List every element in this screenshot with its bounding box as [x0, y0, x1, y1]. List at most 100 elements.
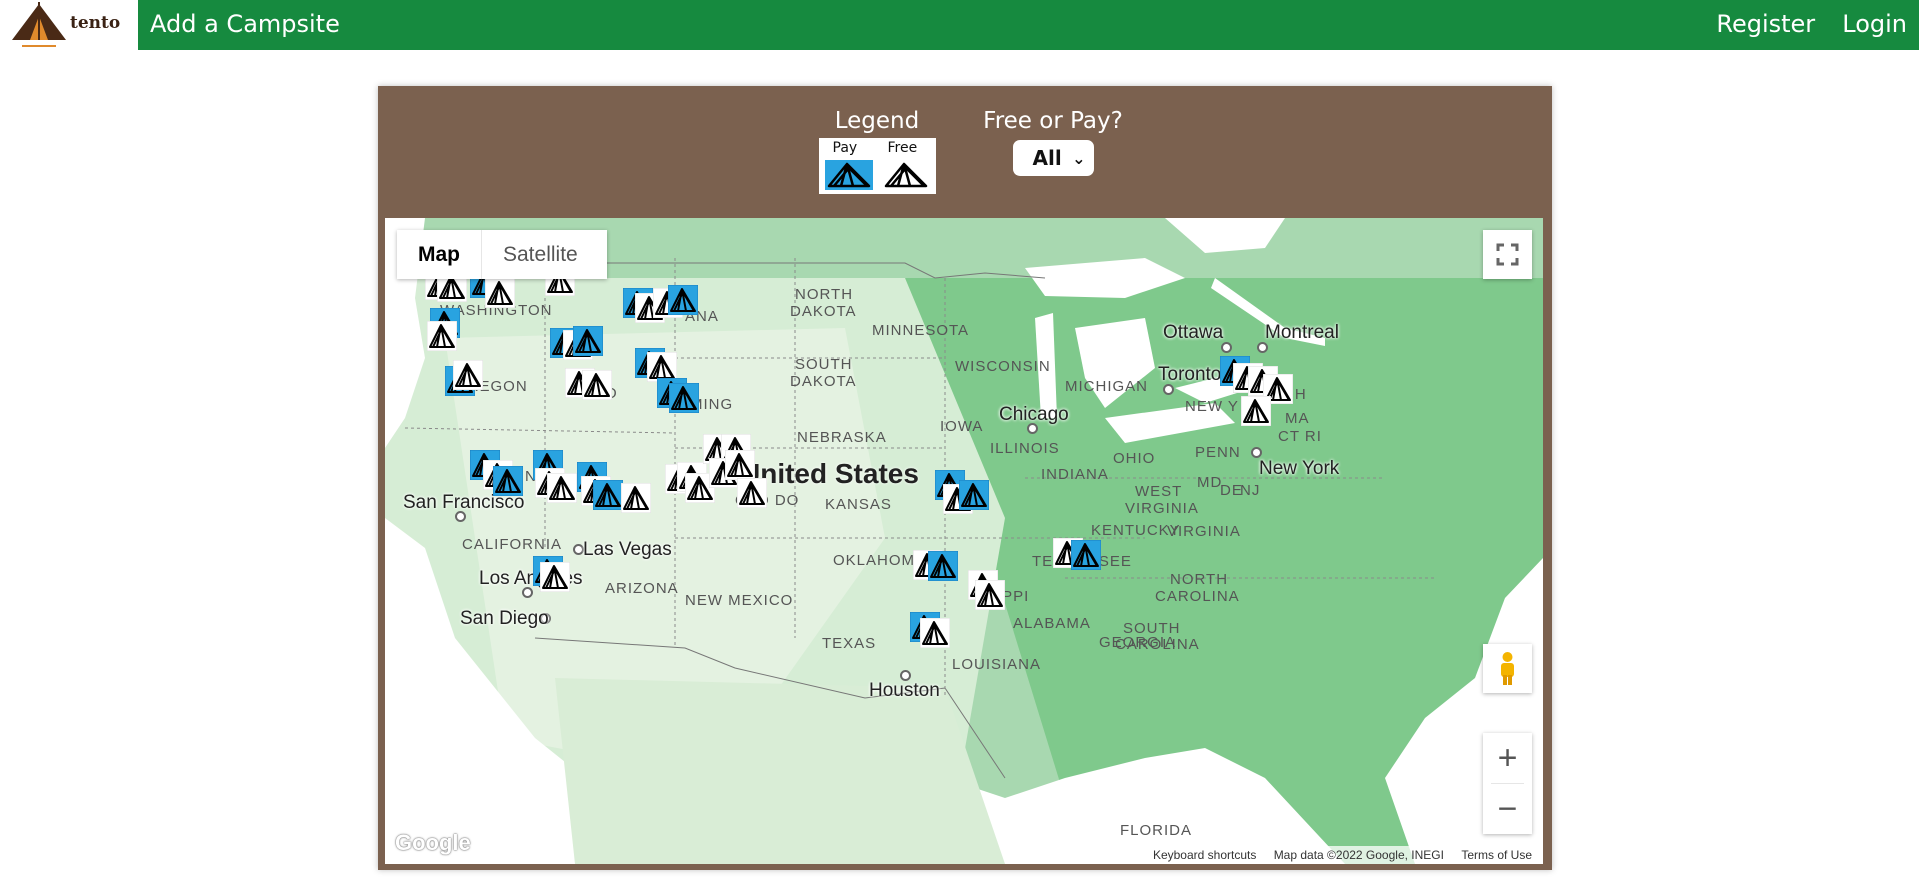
- tent-pay-icon: [824, 160, 873, 190]
- campsite-marker-pay[interactable]: [928, 551, 958, 581]
- map-label-san-diego: San Diego: [460, 608, 549, 629]
- campsite-marker-free[interactable]: [920, 618, 950, 648]
- nav-right: Register Login: [1694, 10, 1907, 38]
- map-type-satellite-button[interactable]: Satellite: [482, 230, 599, 279]
- add-campsite-link[interactable]: Add a Campsite: [150, 10, 340, 38]
- map-label-iowa: IOWA: [940, 418, 984, 435]
- campsite-marker-free[interactable]: [621, 483, 651, 513]
- map-label-michigan: MICHIGAN: [1065, 378, 1148, 395]
- free-or-pay-filter: Free or Pay? All ⌄: [963, 108, 1143, 176]
- map-label-north-dakota: NORTH: [795, 286, 854, 303]
- fullscreen-button[interactable]: [1483, 230, 1532, 279]
- map-label-new-york: NEW Y: [1185, 398, 1239, 415]
- map-label-south-carolina: SOUTH: [1123, 620, 1181, 637]
- map-label-chicago: Chicago: [999, 404, 1069, 425]
- map-label-nebraska: NEBRASKA: [797, 429, 887, 446]
- login-link[interactable]: Login: [1842, 10, 1907, 38]
- campsite-marker-pay[interactable]: [593, 480, 623, 510]
- campsite-marker-pay[interactable]: [493, 466, 523, 496]
- map-label-ohio: OHIO: [1113, 450, 1156, 467]
- map-label-las-vegas: Las Vegas: [583, 539, 672, 560]
- city-dot: [1251, 447, 1262, 458]
- campsite-marker-free[interactable]: [547, 473, 577, 503]
- map-label-nj: NJ: [1240, 482, 1261, 499]
- map-label-ct-ri: CT RI: [1278, 428, 1322, 445]
- pegman-icon: [1501, 652, 1514, 685]
- tent-logo-icon: [12, 2, 66, 47]
- zoom-out-button[interactable]: −: [1483, 784, 1532, 834]
- map-label-texas: TEXAS: [822, 635, 877, 652]
- campsite-marker-free[interactable]: [540, 562, 570, 592]
- map-canvas[interactable]: WASHINGTON OREGON NORTH DAKOTA SOUTH DAK…: [385, 218, 1543, 864]
- map-label-california: CALIFORNIA: [462, 536, 563, 553]
- zoom-control: + −: [1483, 733, 1532, 834]
- campsite-marker-free[interactable]: [1241, 396, 1271, 426]
- map-label-virginia: VIRGINIA: [1167, 523, 1241, 540]
- map-label-south-dakota: SOUTH: [795, 356, 853, 373]
- zoom-in-button[interactable]: +: [1483, 733, 1532, 783]
- map-label-houston: Houston: [869, 680, 940, 701]
- map-label-minnesota: MINNESOTA: [872, 322, 970, 339]
- campsite-marker-free[interactable]: [453, 360, 483, 390]
- street-view-button[interactable]: [1483, 644, 1532, 693]
- logo-text: tento: [70, 13, 121, 33]
- map-label-west-virginia-2: VIRGINIA: [1125, 500, 1199, 517]
- campsite-marker-free[interactable]: [427, 321, 457, 351]
- campsite-marker-free[interactable]: [485, 278, 515, 308]
- legend: Legend Pay Free: [817, 108, 937, 194]
- map-label-arizona: ARIZONA: [605, 580, 679, 597]
- map-label-illinois: ILLINOIS: [990, 440, 1060, 457]
- map-label-north-carolina: NORTH: [1170, 571, 1229, 588]
- map-label-montreal: Montreal: [1265, 322, 1339, 343]
- map-label-kansas: KANSAS: [825, 496, 892, 513]
- campsite-marker-free[interactable]: [975, 580, 1005, 610]
- campsite-marker-pay[interactable]: [573, 326, 603, 356]
- map-label-west-virginia: WEST: [1135, 483, 1183, 500]
- map-label-wisconsin: WISCONSIN: [955, 358, 1051, 375]
- campsite-marker-pay[interactable]: [1071, 540, 1101, 570]
- register-link[interactable]: Register: [1716, 10, 1815, 38]
- map-label-north-carolina-2: CAROLINA: [1155, 588, 1240, 605]
- map-label-alabama: ALABAMA: [1013, 615, 1091, 632]
- navbar: Add a Campsite Register Login: [138, 0, 1919, 50]
- map-label-south-carolina-2: CAROLINA: [1115, 636, 1200, 653]
- google-logo: Google: [395, 830, 471, 855]
- legend-free-label: Free: [887, 140, 918, 156]
- map-type-map-button[interactable]: Map: [397, 230, 482, 279]
- map-label-louisiana: LOUISIANA: [952, 656, 1042, 673]
- map-label-south-dakota-2: DAKOTA: [790, 373, 857, 390]
- chevron-down-icon: ⌄: [1072, 149, 1086, 168]
- legend-pay-label: Pay: [832, 140, 858, 156]
- map-data-text: Map data ©2022 Google, INEGI: [1273, 848, 1444, 862]
- campsite-marker-free[interactable]: [725, 450, 755, 480]
- logo[interactable]: tento: [0, 0, 138, 50]
- free-or-pay-select[interactable]: All ⌄: [1012, 140, 1094, 176]
- campsite-marker-free[interactable]: [737, 478, 767, 508]
- map-label-indiana: INDIANA: [1041, 466, 1109, 483]
- legend-title: Legend: [834, 108, 920, 134]
- map-label-new-york: New York: [1259, 458, 1340, 479]
- map-label-florida: FLORIDA: [1120, 822, 1193, 839]
- map-label-de: DE: [1220, 482, 1243, 499]
- map-attribution: Keyboard shortcuts Map data ©2022 Google…: [1141, 846, 1543, 864]
- campsite-marker-pay[interactable]: [669, 383, 699, 413]
- map-label-md: MD: [1197, 474, 1223, 491]
- map-label-ma: MA: [1285, 410, 1310, 427]
- map-label-new-mexico: NEW MEXICO: [685, 592, 794, 609]
- campsite-marker-pay[interactable]: [668, 285, 698, 315]
- map-label-penn: PENN: [1195, 444, 1241, 461]
- legend-card: Pay Free: [818, 138, 936, 194]
- map-label-north-dakota-2: DAKOTA: [790, 303, 857, 320]
- filter-selected-value: All: [1032, 146, 1062, 170]
- keyboard-shortcuts-link[interactable]: Keyboard shortcuts: [1153, 848, 1256, 862]
- filter-title: Free or Pay?: [983, 108, 1123, 134]
- tent-free-icon: [881, 160, 930, 190]
- campsite-marker-pay[interactable]: [959, 480, 989, 510]
- fullscreen-icon: [1496, 243, 1519, 266]
- map-type-control: Map Satellite: [397, 230, 607, 279]
- terms-of-use-link[interactable]: Terms of Use: [1461, 848, 1532, 862]
- map-label-toronto: Toronto: [1158, 364, 1222, 385]
- map-label-ottawa: Ottawa: [1163, 322, 1224, 343]
- map-panel: Legend Pay Free Free or Pay? All ⌄ WASHI…: [378, 86, 1552, 870]
- campsite-marker-free[interactable]: [582, 370, 612, 400]
